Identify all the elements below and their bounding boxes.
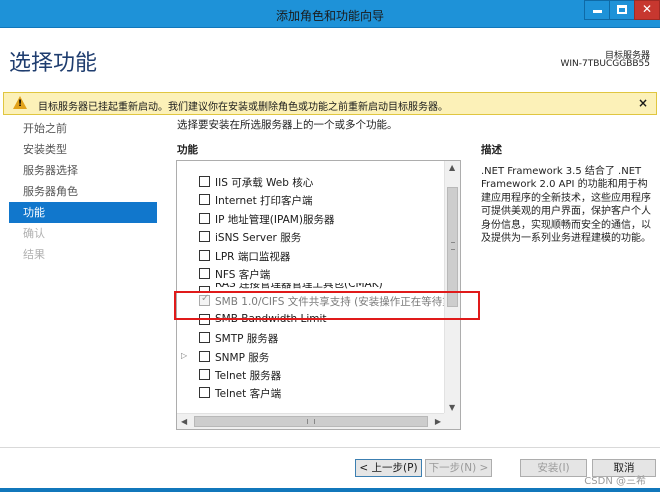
feature-item[interactable]: SMTP 服务器: [177, 329, 445, 347]
page-title: 选择功能: [9, 51, 98, 76]
feature-checkbox[interactable]: [199, 194, 210, 206]
feature-checkbox[interactable]: [199, 387, 210, 399]
features-list-items: IIS 可承载 Web 核心 Internet 打印客户端 IP 地址管理(IPAM…: [177, 173, 453, 403]
banner-close-icon[interactable]: ×: [638, 96, 648, 110]
feature-checkbox[interactable]: [199, 249, 210, 261]
feature-label: Internet 打印客户端: [215, 195, 313, 208]
nav-item[interactable]: 开始之前: [9, 118, 157, 139]
window-title: 添加角色和功能向导: [275, 9, 384, 23]
grip-icon: [451, 242, 455, 250]
expand-icon[interactable]: ▷: [181, 351, 187, 360]
highlight-box: [174, 291, 480, 320]
feature-label: Telnet 服务器: [215, 369, 282, 382]
feature-item[interactable]: NFS 客户端: [177, 265, 445, 283]
intro-text: 选择要安装在所选服务器上的一个或多个功能。: [177, 119, 398, 131]
wizard-nav: 开始之前 安装类型 服务器选择 服务器角色 功能确认结果: [9, 118, 157, 265]
scroll-up-icon[interactable]: ▲: [449, 163, 455, 172]
minimize-button[interactable]: [584, 0, 610, 20]
feature-label: SNMP 服务: [215, 351, 270, 364]
minimize-icon: [592, 10, 602, 13]
feature-item[interactable]: iSNS Server 服务: [177, 228, 445, 246]
feature-item[interactable]: Telnet 服务器: [177, 366, 445, 384]
feature-item[interactable]: ▷ SNMP 服务: [177, 348, 445, 366]
feature-checkbox[interactable]: [199, 332, 210, 344]
next-button[interactable]: 下一步(N) >: [425, 459, 492, 477]
feature-checkbox[interactable]: [199, 212, 210, 224]
feature-label: LPR 端口监视器: [215, 250, 291, 263]
watermark: CSDN @三希: [584, 476, 646, 487]
feature-checkbox[interactable]: [199, 176, 210, 187]
feature-label: IIS 可承载 Web 核心: [215, 177, 314, 189]
description-text: .NET Framework 3.5 结合了 .NET Framework 2.…: [481, 166, 651, 245]
feature-item[interactable]: Telnet 客户端: [177, 384, 445, 402]
grip-icon: [307, 419, 315, 424]
feature-item[interactable]: LPR 端口监视器: [177, 247, 445, 265]
feature-label: SMTP 服务器: [215, 333, 279, 346]
scroll-down-icon[interactable]: ▼: [449, 403, 455, 412]
nav-item[interactable]: 服务器角色: [9, 181, 157, 202]
scroll-left-icon[interactable]: ◀: [181, 417, 187, 426]
restart-warning-banner: ! 目标服务器已挂起重新启动。我们建议你在安装或删除角色或功能之前重新启动目标服…: [3, 92, 657, 115]
feature-checkbox[interactable]: [199, 267, 210, 279]
vertical-scrollbar[interactable]: ▲ ▼: [444, 161, 460, 414]
scroll-corner: [444, 413, 460, 429]
install-button[interactable]: 安装(I): [520, 459, 587, 477]
target-server-name: WIN-7TBUCGGBB55: [560, 59, 650, 69]
taskbar-strip: [0, 488, 660, 492]
maximize-icon: [617, 5, 627, 14]
maximize-button[interactable]: [609, 0, 635, 20]
feature-item[interactable]: Internet 打印客户端: [177, 191, 445, 209]
feature-label: NFS 客户端: [215, 268, 271, 281]
scroll-right-icon[interactable]: ▶: [435, 417, 441, 426]
feature-checkbox[interactable]: [199, 350, 210, 362]
feature-label: IP 地址管理(IPAM)服务器: [215, 213, 335, 226]
feature-checkbox[interactable]: [199, 231, 210, 243]
footer-divider: [0, 447, 660, 448]
feature-item[interactable]: IP 地址管理(IPAM)服务器: [177, 210, 445, 228]
horizontal-scrollbar[interactable]: ◀ ▶: [177, 413, 445, 429]
warning-icon-mark: !: [18, 99, 23, 109]
feature-checkbox[interactable]: [199, 368, 210, 380]
horizontal-scroll-thumb[interactable]: [194, 416, 428, 427]
vertical-scroll-thumb[interactable]: [447, 187, 458, 307]
description-heading: 描述: [481, 144, 502, 156]
banner-text: 目标服务器已挂起重新启动。我们建议你在安装或删除角色或功能之前重新启动目标服务器…: [38, 102, 448, 113]
title-bar: 添加角色和功能向导 ✕: [0, 0, 660, 28]
nav-item[interactable]: 功能: [9, 202, 157, 223]
close-button[interactable]: ✕: [634, 0, 660, 20]
nav-item[interactable]: 服务器选择: [9, 160, 157, 181]
nav-item: 结果: [23, 248, 45, 261]
nav-item: 确认: [23, 227, 45, 240]
close-icon: ✕: [641, 2, 653, 16]
feature-label: iSNS Server 服务: [215, 232, 302, 245]
features-heading: 功能: [177, 144, 198, 156]
feature-label: Telnet 客户端: [215, 388, 282, 401]
previous-button[interactable]: < 上一步(P): [355, 459, 422, 477]
nav-item[interactable]: 安装类型: [9, 139, 157, 160]
feature-item[interactable]: IIS 可承载 Web 核心: [177, 173, 445, 191]
